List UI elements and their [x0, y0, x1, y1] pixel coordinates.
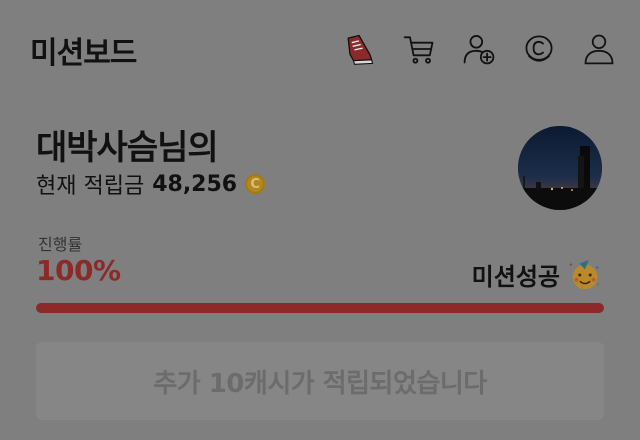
page-title: 미션보드 — [30, 36, 137, 71]
mission-status: 미션성공 — [472, 257, 602, 292]
reward-notice-button[interactable]: 추가 10캐시가 적립되었습니다 — [36, 342, 604, 420]
avatar[interactable] — [518, 126, 602, 210]
user-name: 대박사슴님의 — [36, 128, 219, 168]
header-icons — [340, 30, 618, 68]
header: 미션보드 — [0, 0, 640, 96]
points-value: 48,256 — [152, 171, 238, 197]
add-user-icon[interactable] — [460, 30, 498, 68]
cash-coin-icon[interactable] — [520, 30, 558, 68]
coin-icon: C — [245, 174, 266, 194]
mission-status-text: 미션성공 — [471, 263, 560, 291]
progress-bar-fill — [36, 303, 604, 313]
progress-bar — [36, 303, 604, 313]
cart-icon[interactable] — [400, 30, 438, 68]
progress-percent: 100% — [36, 254, 121, 287]
party-face-icon — [569, 259, 600, 289]
profile-section: 대박사슴님의 현재 적립금 48,256 C — [0, 110, 640, 220]
sneaker-icon[interactable] — [340, 30, 378, 68]
points-row: 현재 적립금 48,256 C — [36, 168, 266, 200]
points-label: 현재 적립금 — [36, 174, 145, 199]
profile-icon[interactable] — [580, 30, 618, 68]
progress-label: 진행률 — [38, 235, 83, 254]
